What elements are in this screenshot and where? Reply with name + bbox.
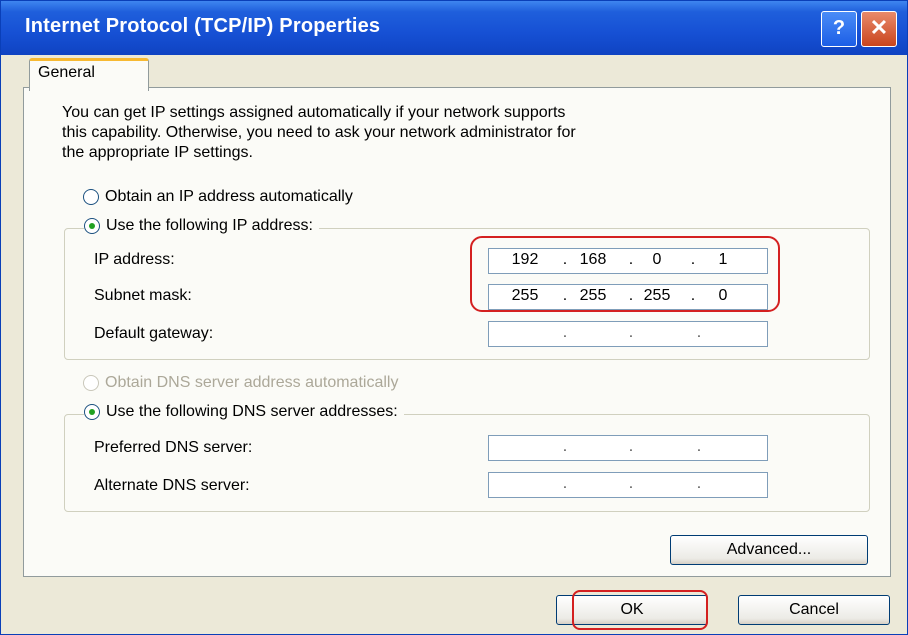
tab-general-label: General: [38, 64, 95, 81]
help-button[interactable]: ?: [821, 11, 857, 47]
octet-separator: .: [562, 324, 568, 341]
octet-separator: .: [696, 324, 702, 341]
octet-separator: .: [696, 438, 702, 455]
radio-selected-icon[interactable]: [84, 404, 100, 420]
radio-use-dns-label: Use the following DNS server addresses:: [106, 403, 398, 420]
octet-separator: .: [696, 475, 702, 492]
intro-text: You can get IP settings assigned automat…: [62, 104, 576, 161]
radio-obtain-ip-auto-label: Obtain an IP address automatically: [105, 188, 353, 205]
radio-use-ip[interactable]: Use the following IP address:: [84, 217, 319, 239]
octet-separator: .: [562, 438, 568, 455]
preferred-dns-input[interactable]: . . .: [488, 435, 768, 461]
radio-circle-icon[interactable]: [83, 375, 99, 391]
close-button[interactable]: ✕: [861, 11, 897, 47]
title-bar[interactable]: Internet Protocol (TCP/IP) Properties ? …: [1, 1, 907, 55]
radio-obtain-dns-auto-label: Obtain DNS server address automatically: [105, 374, 399, 391]
radio-selected-icon[interactable]: [84, 218, 100, 234]
octet-separator: .: [562, 475, 568, 492]
ip-highlight-annotation: [470, 236, 780, 312]
ip-address-label: IP address:: [94, 251, 175, 268]
tcpip-properties-dialog: Internet Protocol (TCP/IP) Properties ? …: [0, 0, 908, 635]
subnet-mask-label: Subnet mask:: [94, 287, 192, 304]
tab-general[interactable]: General: [29, 58, 149, 91]
radio-circle-icon[interactable]: [83, 189, 99, 205]
radio-use-ip-label: Use the following IP address:: [106, 217, 313, 234]
dns-server-group: Use the following DNS server addresses: …: [64, 403, 870, 512]
preferred-dns-label: Preferred DNS server:: [94, 439, 253, 456]
default-gateway-label: Default gateway:: [94, 325, 214, 342]
octet-separator: .: [628, 324, 634, 341]
radio-obtain-ip-auto[interactable]: Obtain an IP address automatically: [83, 188, 353, 210]
default-gateway-input[interactable]: . . .: [488, 321, 768, 347]
alternate-dns-input[interactable]: . . .: [488, 472, 768, 498]
octet-separator: .: [628, 475, 634, 492]
cancel-button[interactable]: Cancel: [738, 595, 890, 625]
radio-obtain-dns-auto[interactable]: Obtain DNS server address automatically: [83, 374, 398, 396]
radio-use-dns[interactable]: Use the following DNS server addresses:: [84, 403, 404, 425]
octet-separator: .: [628, 438, 634, 455]
ok-highlight-annotation: [572, 590, 708, 630]
general-panel: You can get IP settings assigned automat…: [23, 87, 891, 577]
advanced-button[interactable]: Advanced...: [670, 535, 868, 565]
window-title: Internet Protocol (TCP/IP) Properties: [25, 15, 381, 37]
alternate-dns-label: Alternate DNS server:: [94, 477, 250, 494]
